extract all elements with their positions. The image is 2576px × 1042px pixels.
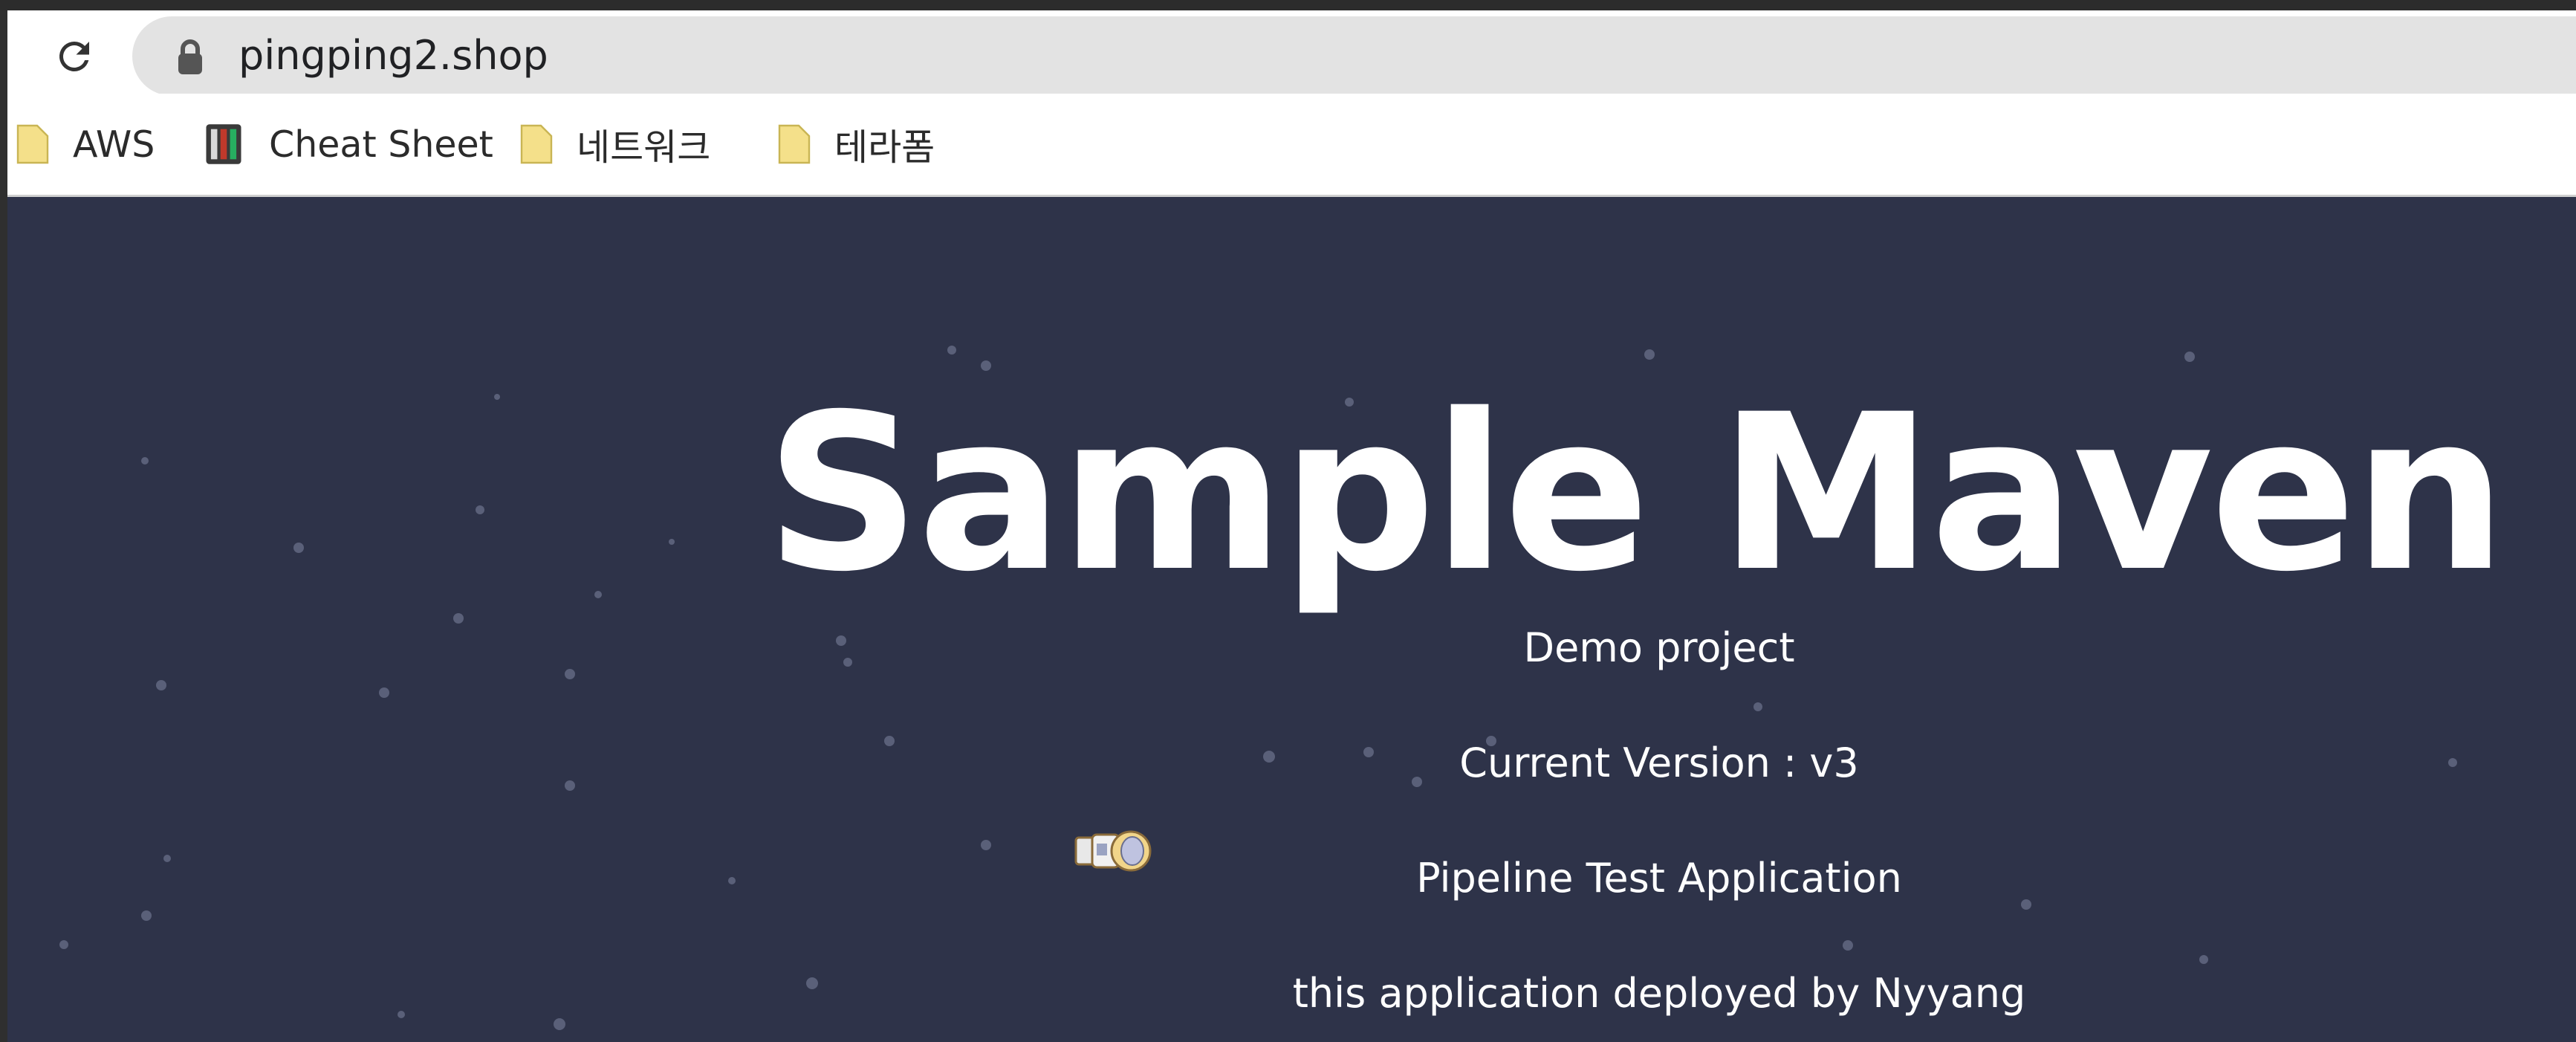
star-decoration [554, 1018, 565, 1030]
star-decoration [293, 543, 304, 553]
reload-button[interactable] [37, 19, 111, 94]
bookmarks-bar: AWS Cheat Sheet 네트워크 테라폼 [7, 94, 2576, 197]
lock-icon [178, 39, 202, 74]
bookmark-label: Cheat Sheet [269, 123, 493, 166]
page-content: Sample Maven Web Demo project Current Ve… [7, 197, 2576, 1042]
star-decoration [2199, 955, 2208, 964]
star-decoration [453, 613, 464, 624]
star-decoration [141, 910, 152, 921]
star-decoration [1753, 702, 1762, 711]
star-decoration [163, 855, 171, 862]
page-title: Sample Maven Web [765, 369, 2576, 619]
cheat-sheet-icon [206, 124, 241, 164]
star-decoration [379, 687, 389, 698]
star-decoration [669, 539, 675, 545]
bookmark-label: 테라폼 [834, 126, 935, 169]
url-text: pingping2.shop [239, 32, 548, 79]
star-decoration [565, 669, 575, 679]
star-decoration [981, 840, 991, 850]
star-decoration [565, 780, 575, 791]
star-decoration [1843, 940, 1853, 951]
star-decoration [843, 658, 852, 667]
star-decoration [59, 940, 68, 949]
star-decoration [141, 457, 149, 465]
star-decoration [806, 977, 818, 989]
star-decoration [2448, 758, 2457, 767]
bookmark-label: 네트워크 [577, 126, 711, 169]
folder-icon [778, 124, 811, 164]
bookmark-label: AWS [73, 123, 155, 166]
star-decoration [947, 346, 956, 355]
window-top-strip [0, 0, 2576, 10]
folder-icon [16, 124, 49, 164]
star-decoration [494, 394, 500, 400]
subtitle-line: Demo project [1523, 624, 1795, 671]
star-decoration [836, 635, 846, 646]
star-decoration [728, 877, 736, 884]
folder-icon [520, 124, 553, 164]
version-line: Current Version : v3 [1459, 740, 1859, 786]
star-decoration [2184, 352, 2195, 362]
browser-toolbar: pingping2.shop [7, 10, 2576, 96]
bookmark-terraform[interactable]: 테라폼 [776, 116, 935, 172]
star-decoration [476, 505, 484, 514]
star-decoration [594, 591, 602, 598]
star-decoration [156, 680, 166, 690]
star-decoration [884, 736, 895, 746]
star-decoration [1644, 349, 1655, 360]
bookmark-network[interactable]: 네트워크 [519, 116, 710, 172]
address-bar[interactable]: pingping2.shop [132, 16, 2576, 96]
astronaut-icon [1074, 830, 1152, 872]
description-line: Pipeline Test Application [1416, 855, 1902, 902]
bookmark-aws[interactable]: AWS [15, 116, 155, 172]
bookmark-cheat-sheet[interactable]: Cheat Sheet [201, 116, 493, 172]
reload-icon [59, 41, 89, 71]
star-decoration [398, 1011, 405, 1018]
deployer-line: this application deployed by Nyyang [1292, 970, 2026, 1017]
